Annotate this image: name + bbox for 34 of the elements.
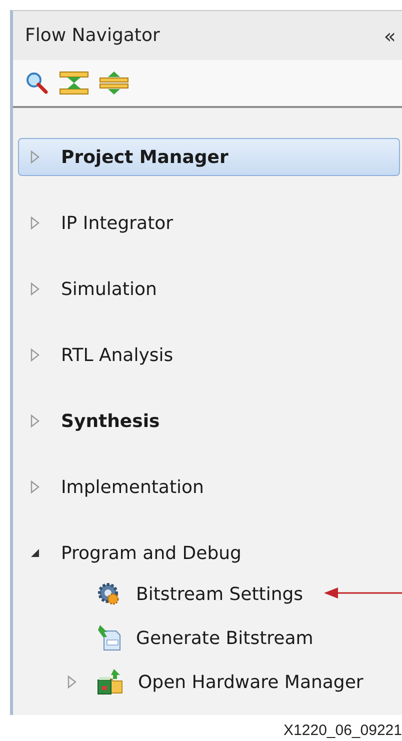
navigator-section[interactable]: Synthesis [18, 402, 400, 440]
search-icon[interactable] [25, 71, 49, 95]
collapsed-triangle-icon[interactable] [30, 150, 40, 164]
section-label: Implementation [61, 476, 204, 498]
navigator-section[interactable]: Implementation [18, 468, 400, 506]
gear-icon [97, 582, 121, 606]
collapsed-triangle-icon[interactable] [30, 414, 40, 428]
section-label: Project Manager [61, 146, 228, 168]
section-label: Synthesis [61, 410, 160, 432]
expanded-triangle-icon[interactable] [30, 548, 40, 558]
collapsed-triangle-icon[interactable] [30, 282, 40, 296]
figure-label: X1220_06_09221 [282, 721, 402, 739]
collapsed-triangle-icon[interactable] [30, 348, 40, 362]
navigator-section[interactable]: Simulation [18, 270, 400, 308]
navigator-section[interactable]: RTL Analysis [18, 336, 400, 374]
hardware-folder-icon [97, 669, 123, 695]
collapse-panel-button[interactable]: « [384, 24, 396, 48]
navigator-section[interactable]: IP Integrator [18, 204, 400, 242]
section-label: Simulation [61, 278, 157, 300]
panel-title: Flow Navigator [25, 25, 160, 46]
generate-file-icon [97, 625, 121, 651]
navigator-item[interactable]: Generate Bitstream [136, 628, 314, 648]
navigator-section[interactable]: Project Manager [18, 138, 400, 176]
expand-all-icon[interactable] [59, 71, 89, 95]
collapse-all-icon[interactable] [99, 71, 129, 95]
navigator-section[interactable]: Program and Debug [18, 534, 400, 572]
collapsed-triangle-icon[interactable] [30, 216, 40, 230]
navigator-item[interactable]: Bitstream Settings [136, 584, 304, 604]
section-label: IP Integrator [61, 212, 174, 234]
section-label: Program and Debug [61, 542, 242, 564]
collapsed-triangle-icon[interactable] [30, 480, 40, 494]
navigator-item[interactable]: Open Hardware Manager [138, 672, 364, 692]
section-label: RTL Analysis [61, 344, 174, 366]
collapsed-triangle-icon[interactable] [67, 675, 77, 689]
